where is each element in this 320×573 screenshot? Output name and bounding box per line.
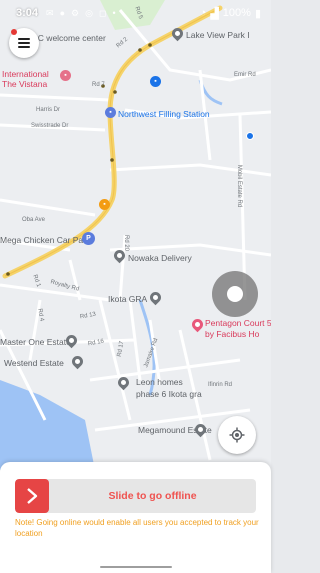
status-right: ◔ ▟ 100% ▮ bbox=[200, 7, 261, 20]
place-label: Northwest Filling Station bbox=[118, 109, 210, 119]
app-icon: ● bbox=[59, 7, 66, 18]
location-dot-icon bbox=[246, 132, 254, 140]
hotel-icon[interactable]: ▪ bbox=[60, 70, 71, 81]
bottom-sheet: Slide to go offline Note! Going online w… bbox=[0, 462, 271, 573]
slider-label: Slide to go offline bbox=[108, 490, 197, 502]
place-label: Ikota GRA bbox=[108, 294, 148, 304]
tracking-note: Note! Going online would enable all user… bbox=[15, 518, 259, 538]
status-time: 3:04 bbox=[16, 7, 39, 19]
road-label: Ifinrin Rd bbox=[208, 382, 233, 388]
home-indicator[interactable] bbox=[100, 566, 172, 568]
more-dot-icon: • bbox=[112, 7, 116, 18]
road-label: Emir Rd bbox=[234, 72, 256, 78]
fuel-icon[interactable]: ▪ bbox=[105, 107, 116, 118]
road-label: Rd 20 bbox=[123, 234, 130, 252]
chevron-right-icon bbox=[27, 488, 38, 504]
status-bar: 3:04 ✉ ● ⚙ ◎ ◻ • ◔ ▟ 100% ▮ bbox=[0, 0, 271, 26]
place-label: Master One Estate bbox=[0, 337, 71, 347]
shopping-icon[interactable]: ▪ bbox=[150, 76, 161, 87]
gps-target-icon bbox=[212, 271, 258, 317]
road-label: Harris Dr bbox=[36, 107, 60, 113]
mail-icon: ✉ bbox=[46, 7, 54, 18]
road-label: Rd 7 bbox=[92, 82, 105, 88]
notification-dot bbox=[11, 29, 17, 35]
signal-icon: ▟ bbox=[210, 7, 219, 20]
place-label: Mega Chicken Car Park bbox=[0, 235, 91, 245]
photo-icon: ◎ bbox=[85, 7, 93, 18]
road-label: Swisstrade Dr bbox=[31, 123, 69, 129]
notification-icons: ✉ ● ⚙ ◎ ◻ • bbox=[46, 8, 116, 19]
go-offline-slider[interactable]: Slide to go offline bbox=[15, 479, 256, 513]
place-label: Lake View Park I bbox=[186, 30, 250, 40]
place-label: Nowaka Delivery bbox=[128, 253, 192, 263]
slider-knob[interactable] bbox=[15, 479, 49, 513]
map-view[interactable]: UBC welcome center Lake View Park I Inte… bbox=[0, 0, 271, 470]
battery-level: 100% bbox=[222, 7, 251, 19]
settings-icon: ⚙ bbox=[71, 7, 80, 18]
wifi-icon: ◔ bbox=[199, 7, 207, 19]
my-location-button[interactable] bbox=[218, 416, 256, 454]
place-label: Pentagon Court 5, by Facibus Ho bbox=[205, 318, 271, 339]
road-label: Mobil Estate Rd bbox=[236, 164, 243, 208]
place-label: International The Vistana bbox=[2, 69, 49, 89]
place-label: Westend Estate bbox=[4, 358, 64, 368]
crosshair-icon bbox=[229, 427, 245, 443]
place-label: Leon homes phase 6 Ikota gra bbox=[136, 377, 202, 399]
hamburger-icon bbox=[18, 38, 30, 48]
battery-icon: ▮ bbox=[254, 7, 261, 20]
instagram-icon: ◻ bbox=[98, 7, 107, 18]
road-label: Oba Ave bbox=[22, 217, 45, 223]
restaurant-icon[interactable]: ▪ bbox=[99, 199, 110, 210]
parking-icon[interactable]: P bbox=[82, 232, 95, 245]
